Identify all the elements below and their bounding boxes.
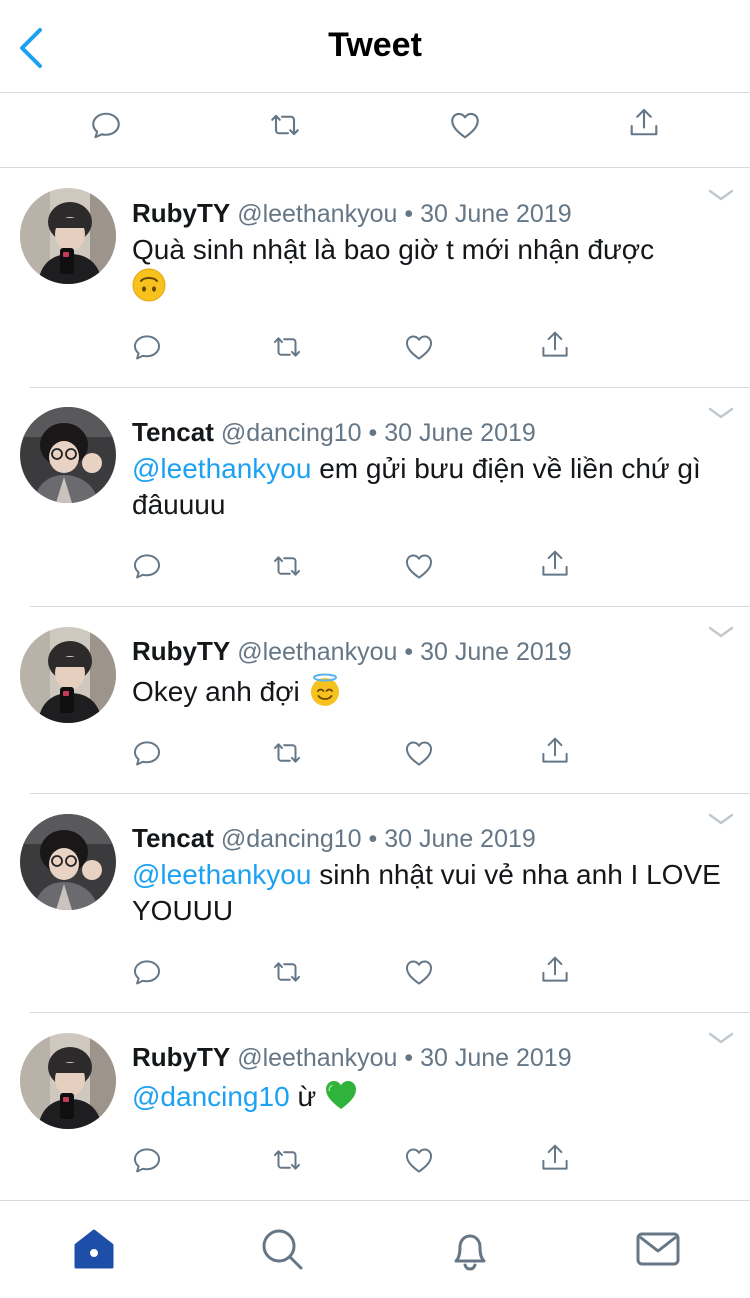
halo-face-emoji (308, 673, 342, 707)
handle[interactable]: @dancing10 (221, 419, 362, 447)
mention-link[interactable]: @leethankyou (132, 859, 311, 890)
date: 30 June 2019 (384, 419, 536, 447)
share-icon[interactable] (626, 105, 662, 141)
date: 30 June 2019 (384, 825, 536, 853)
reply-icon[interactable] (130, 955, 164, 989)
tweet-text: Quà sinh nhật là bao giờ t mới nhận được (132, 232, 722, 305)
separator: • (404, 1044, 414, 1072)
tweet-body: ừ (297, 1081, 317, 1112)
retweet-icon[interactable] (270, 330, 304, 364)
reply-icon[interactable] (130, 549, 164, 583)
tweet-body: Okey anh đợi (132, 676, 300, 707)
handle[interactable]: @dancing10 (221, 825, 362, 853)
reply-icon[interactable] (88, 107, 124, 143)
reply-tweet[interactable]: Tencat @dancing10 • 30 June 2019 @leetha… (0, 388, 750, 607)
reply-tweet[interactable]: RubyTY @leethankyou • 30 June 2019 @danc… (0, 1013, 750, 1200)
top-nav-bar: Tweet (0, 0, 750, 93)
mention-link[interactable]: @leethankyou (132, 453, 311, 484)
tab-search[interactable] (258, 1225, 306, 1273)
date: 30 June 2019 (420, 200, 572, 228)
reply-tweet[interactable]: RubyTY @leethankyou • 30 June 2019 Quà s… (0, 168, 750, 388)
retweet-icon[interactable] (267, 107, 303, 143)
like-icon[interactable] (402, 330, 436, 364)
like-icon[interactable] (447, 107, 483, 143)
share-icon[interactable] (538, 734, 572, 768)
tweet-header: RubyTY @leethankyou • 30 June 2019 (132, 1042, 572, 1073)
green-heart-emoji (324, 1078, 358, 1112)
like-icon[interactable] (402, 1143, 436, 1177)
avatar[interactable] (20, 814, 116, 910)
display-name[interactable]: Tencat (132, 823, 214, 853)
chevron-down-icon[interactable] (708, 625, 734, 639)
reply-tweet[interactable]: RubyTY @leethankyou • 30 June 2019 Okey … (0, 607, 750, 794)
display-name[interactable]: RubyTY (132, 636, 230, 666)
separator: • (404, 200, 414, 228)
reply-icon[interactable] (130, 1143, 164, 1177)
share-icon[interactable] (538, 953, 572, 987)
messages-icon (636, 1232, 680, 1266)
avatar[interactable] (20, 407, 116, 503)
date: 30 June 2019 (420, 638, 572, 666)
tweet-text: @leethankyou sinh nhật vui vẻ nha anh I … (132, 857, 722, 929)
main-tweet-action-bar (0, 93, 750, 168)
tab-home[interactable] (70, 1225, 118, 1273)
display-name[interactable]: RubyTY (132, 198, 230, 228)
separator: • (404, 638, 414, 666)
avatar[interactable] (20, 188, 116, 284)
upside-down-face-emoji (132, 268, 166, 302)
share-icon[interactable] (538, 328, 572, 362)
separator: • (368, 419, 378, 447)
like-icon[interactable] (402, 736, 436, 770)
display-name[interactable]: RubyTY (132, 1042, 230, 1072)
reply-tweet[interactable]: Tencat @dancing10 • 30 June 2019 @leetha… (0, 794, 750, 1013)
reply-icon[interactable] (130, 330, 164, 364)
reply-icon[interactable] (130, 736, 164, 770)
tweet-text: @leethankyou em gửi bưu điện về liền chứ… (132, 451, 722, 523)
notifications-icon (454, 1234, 486, 1271)
search-icon (262, 1229, 303, 1270)
share-icon[interactable] (538, 547, 572, 581)
handle[interactable]: @leethankyou (237, 1044, 397, 1072)
chevron-down-icon[interactable] (708, 1031, 734, 1045)
retweet-icon[interactable] (270, 1143, 304, 1177)
handle[interactable]: @leethankyou (237, 638, 397, 666)
tweet-header: Tencat @dancing10 • 30 June 2019 (132, 417, 536, 448)
tab-messages[interactable] (634, 1225, 682, 1273)
retweet-icon[interactable] (270, 955, 304, 989)
tweet-text: Okey anh đợi (132, 673, 722, 710)
chevron-down-icon[interactable] (708, 812, 734, 826)
handle[interactable]: @leethankyou (237, 200, 397, 228)
tweet-header: RubyTY @leethankyou • 30 June 2019 (132, 198, 572, 229)
tweet-header: Tencat @dancing10 • 30 June 2019 (132, 823, 536, 854)
page-title: Tweet (328, 26, 422, 64)
avatar[interactable] (20, 627, 116, 723)
chevron-down-icon[interactable] (708, 406, 734, 420)
like-icon[interactable] (402, 955, 436, 989)
retweet-icon[interactable] (270, 549, 304, 583)
retweet-icon[interactable] (270, 736, 304, 770)
display-name[interactable]: Tencat (132, 417, 214, 447)
bottom-tab-bar (0, 1200, 750, 1298)
tab-notifications[interactable] (446, 1225, 494, 1273)
tweet-body: Quà sinh nhật là bao giờ t mới nhận được (132, 234, 655, 265)
avatar[interactable] (20, 1033, 116, 1129)
tweet-text: @dancing10 ừ (132, 1078, 722, 1115)
mention-link[interactable]: @dancing10 (132, 1081, 290, 1112)
home-icon (74, 1229, 114, 1269)
chevron-down-icon[interactable] (708, 188, 734, 202)
share-icon[interactable] (538, 1141, 572, 1175)
tweet-header: RubyTY @leethankyou • 30 June 2019 (132, 636, 572, 667)
like-icon[interactable] (402, 549, 436, 583)
date: 30 June 2019 (420, 1044, 572, 1072)
separator: • (368, 825, 378, 853)
